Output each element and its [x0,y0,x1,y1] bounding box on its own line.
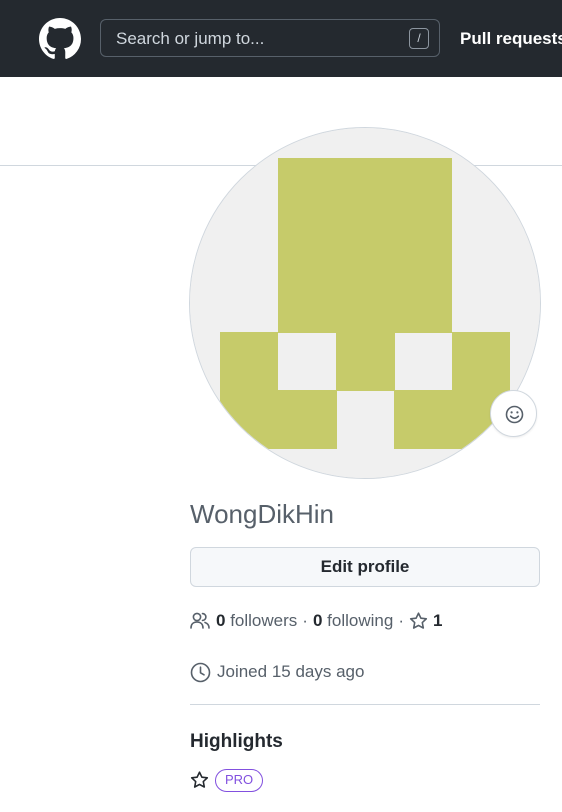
star-icon [190,771,209,788]
nav-pull-requests[interactable]: Pull requests [460,29,562,49]
stars-count: 1 [433,611,443,630]
joined-info: Joined 15 days ago [190,660,364,684]
separator: · [302,611,308,630]
identicon [190,128,540,478]
following-count: 0 [312,611,323,630]
set-status-button[interactable] [490,390,537,437]
clock-icon [190,662,211,682]
profile-avatar[interactable] [189,127,541,479]
stars-link[interactable]: 1 [409,611,442,631]
search-placeholder: Search or jump to... [116,29,265,48]
search-shortcut-key: / [409,28,429,49]
following-link[interactable]: 0 following [313,611,393,631]
star-icon [409,612,428,629]
highlights-heading: Highlights [190,731,283,752]
edit-profile-button[interactable]: Edit profile [190,547,540,587]
profile-username: WongDikHin [190,499,335,529]
smiley-icon [505,405,524,424]
separator: · [398,611,404,630]
highlights-pro: PRO [190,767,264,793]
follow-stats: 0 followers · 0 following · 1 [190,610,442,632]
top-header: Search or jump to... / Pull requests [0,0,562,77]
following-label: following [327,611,394,630]
github-logo-icon[interactable] [39,18,81,60]
followers-link[interactable]: 0 followers [216,611,297,631]
section-divider [190,704,540,705]
followers-count: 0 [216,611,226,630]
pro-badge: PRO [215,768,264,792]
joined-text: Joined 15 days ago [217,662,365,681]
people-icon [190,612,210,629]
search-input[interactable]: Search or jump to... / [100,19,440,57]
followers-label: followers [230,611,298,630]
